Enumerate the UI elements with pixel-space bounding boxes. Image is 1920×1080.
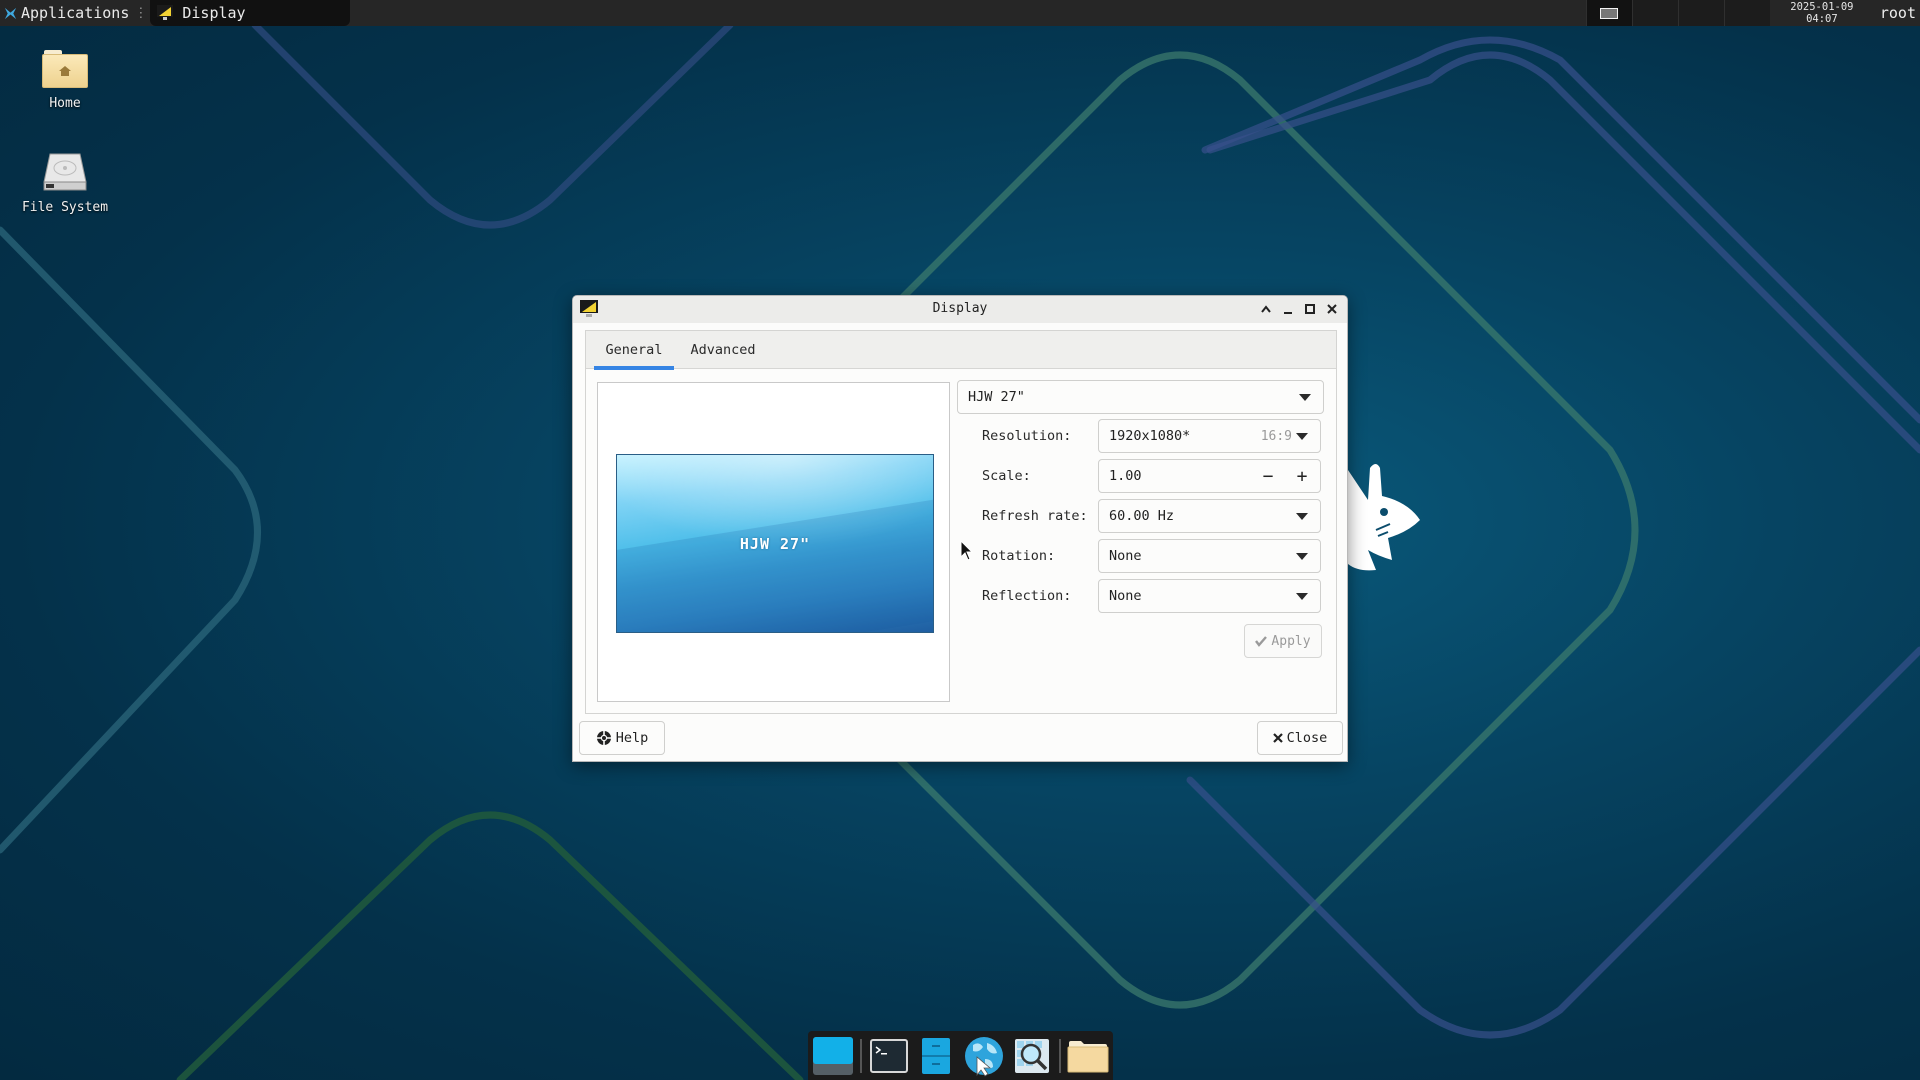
rotation-select[interactable]: None xyxy=(1098,539,1321,573)
chevron-up-icon xyxy=(1261,305,1271,313)
applications-menu-button[interactable]: Applications ⋮ xyxy=(0,0,147,26)
display-layout-preview: HJW 27" xyxy=(597,382,950,702)
dropdown-arrow-icon xyxy=(1296,433,1308,440)
reflection-label: Reflection: xyxy=(982,588,1072,604)
hard-drive-icon xyxy=(43,153,87,191)
taskbar-item-label: Display xyxy=(182,4,246,22)
help-lifebuoy-icon xyxy=(596,731,611,745)
scale-increment-button[interactable]: + xyxy=(1285,460,1319,492)
dropdown-arrow-icon xyxy=(1296,553,1308,560)
dropdown-arrow-icon xyxy=(1296,513,1308,520)
mouse-pointer-icon xyxy=(960,540,974,561)
refresh-rate-select[interactable]: 60.00 Hz xyxy=(1098,499,1321,533)
dock xyxy=(808,1031,1113,1080)
rotation-label: Rotation: xyxy=(982,548,1056,564)
desktop-icon-home[interactable]: Home xyxy=(10,50,120,111)
dropdown-arrow-icon xyxy=(1299,394,1311,401)
reflection-value: None xyxy=(1109,588,1142,604)
dock-web-browser[interactable] xyxy=(963,1035,1005,1077)
globe-browser-icon xyxy=(965,1036,1004,1077)
tray-keyboard[interactable] xyxy=(1585,0,1632,26)
clock-time: 04:07 xyxy=(1806,13,1838,25)
maximize-icon xyxy=(1305,304,1315,314)
tab-bar: General Advanced xyxy=(586,331,1336,370)
close-icon xyxy=(1272,733,1283,743)
maximize-button[interactable] xyxy=(1301,300,1319,318)
search-icon xyxy=(1015,1038,1050,1073)
panel-separator-icon: ⋮ xyxy=(134,5,148,21)
tab-general[interactable]: General xyxy=(594,331,674,370)
display-dialog: Display General Advanced HJW 27" HJW 27" xyxy=(572,295,1348,762)
dialog-titlebar[interactable]: Display xyxy=(573,296,1347,323)
dock-separator xyxy=(859,1038,862,1073)
user-name: root xyxy=(1879,4,1916,22)
file-cabinet-icon xyxy=(922,1037,951,1074)
applications-label: Applications xyxy=(21,4,130,22)
tray-slot[interactable] xyxy=(1631,0,1678,26)
desktop-icon-file-system[interactable]: File System xyxy=(10,152,120,215)
resolution-label: Resolution: xyxy=(982,428,1072,444)
minimize-button[interactable] xyxy=(1279,300,1297,318)
scale-spinbox[interactable]: 1.00 − + xyxy=(1098,459,1321,493)
tab-advanced[interactable]: Advanced xyxy=(680,331,766,369)
help-label: Help xyxy=(615,730,649,746)
close-label: Close xyxy=(1286,730,1328,746)
dropdown-arrow-icon xyxy=(1296,593,1308,600)
user-menu[interactable]: root xyxy=(1873,0,1920,26)
tray-slot[interactable] xyxy=(1677,0,1724,26)
mouse-mascot-icon xyxy=(1348,464,1420,571)
display-settings-icon xyxy=(157,5,174,20)
dock-home-folder[interactable] xyxy=(1067,1035,1109,1077)
xfce-logo-icon xyxy=(4,7,17,19)
close-icon xyxy=(1327,304,1337,314)
output-select[interactable]: HJW 27" xyxy=(957,380,1324,414)
taskbar-item-display[interactable]: Display xyxy=(150,0,351,26)
folder-icon xyxy=(1067,1040,1109,1072)
checkmark-icon xyxy=(1255,636,1268,647)
desktop-icon-label: Home xyxy=(49,96,81,111)
dialog-title: Display xyxy=(932,301,988,316)
resolution-select[interactable]: 1920x1080* 16:9 xyxy=(1098,419,1321,453)
reflection-select[interactable]: None xyxy=(1098,579,1321,613)
scale-value: 1.00 xyxy=(1109,468,1142,484)
apply-button[interactable]: Apply xyxy=(1244,624,1322,658)
clock[interactable]: 2025-01-09 04:07 xyxy=(1769,0,1874,26)
rotation-value: None xyxy=(1109,548,1142,564)
clock-date: 2025-01-09 xyxy=(1790,1,1854,13)
home-folder-icon xyxy=(42,50,88,88)
scale-label: Scale: xyxy=(982,468,1031,484)
top-panel: Applications ⋮ Display 2025-01-09 04:07 … xyxy=(0,0,1920,26)
help-button[interactable]: Help xyxy=(579,721,665,755)
output-select-value: HJW 27" xyxy=(968,389,1025,405)
resolution-value: 1920x1080* xyxy=(1109,428,1191,444)
close-button[interactable]: Close xyxy=(1257,721,1343,755)
terminal-icon xyxy=(869,1038,908,1073)
refresh-rate-value: 60.00 Hz xyxy=(1109,508,1175,524)
dock-file-manager[interactable] xyxy=(915,1035,957,1077)
settings-notebook: General Advanced HJW 27" HJW 27" Resolut… xyxy=(585,330,1337,714)
refresh-rate-label: Refresh rate: xyxy=(982,508,1088,524)
apply-label: Apply xyxy=(1271,633,1311,649)
desktop-icon-label: File System xyxy=(21,200,109,215)
monitor-preview[interactable]: HJW 27" xyxy=(616,454,934,633)
tray-slot[interactable] xyxy=(1723,0,1770,26)
aspect-ratio: 16:9 xyxy=(1260,428,1292,444)
minimize-icon xyxy=(1284,312,1292,314)
system-tray: 2025-01-09 04:07 root xyxy=(1585,0,1920,26)
keyboard-layout-icon xyxy=(1600,7,1619,19)
dock-show-desktop[interactable] xyxy=(812,1035,854,1077)
scale-decrement-button[interactable]: − xyxy=(1251,460,1285,492)
dock-terminal[interactable] xyxy=(868,1035,910,1077)
monitor-preview-label: HJW 27" xyxy=(739,534,811,553)
dock-app-finder[interactable] xyxy=(1011,1035,1053,1077)
dock-separator xyxy=(1058,1038,1061,1073)
close-window-button[interactable] xyxy=(1323,300,1341,318)
show-desktop-icon xyxy=(812,1036,853,1075)
shade-button[interactable] xyxy=(1257,300,1275,318)
